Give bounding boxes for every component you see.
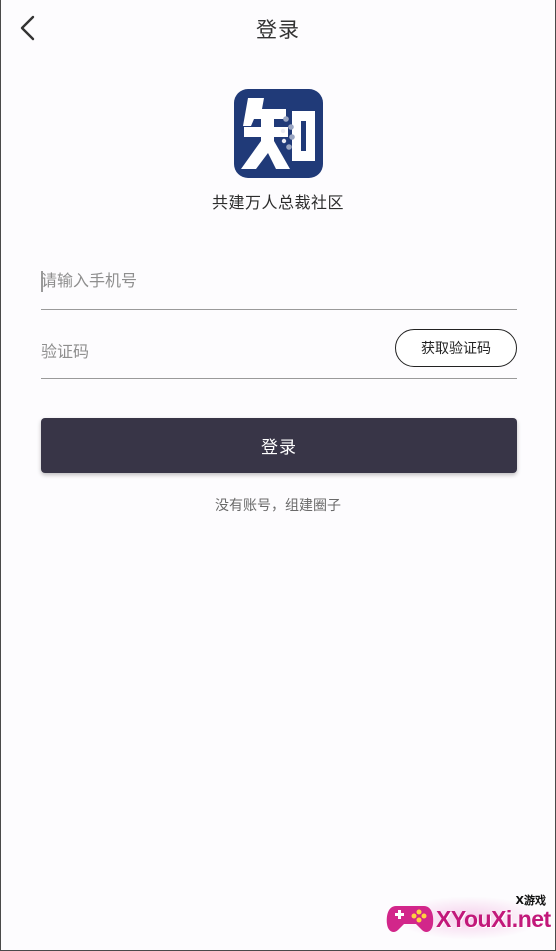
top-bar: 登录 [1, 0, 555, 58]
watermark: X游戏 XYouXi.net [386, 888, 554, 948]
phone-field [41, 252, 517, 310]
code-field: 获取验证码 [41, 325, 517, 379]
verification-code-input[interactable] [41, 325, 381, 378]
app-logo [234, 89, 323, 178]
phone-input[interactable] [41, 252, 517, 309]
page-title: 登录 [256, 18, 300, 42]
watermark-text: XYouXi.net [436, 906, 551, 932]
gamepad-icon [386, 906, 434, 932]
slogan: 共建万人总裁社区 [211, 193, 344, 212]
get-code-button[interactable]: 获取验证码 [395, 329, 517, 367]
login-button[interactable]: 登录 [41, 418, 517, 473]
create-circle-link[interactable]: 没有账号，组建圈子 [1, 495, 555, 515]
